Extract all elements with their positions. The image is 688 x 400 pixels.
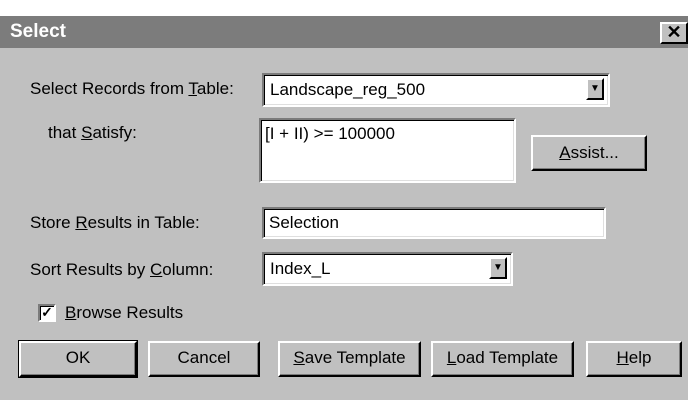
sort-label: Sort Results by Column:	[30, 260, 214, 279]
table-label: Select Records from Table:	[30, 79, 234, 98]
satisfy-label: that Satisfy:	[48, 123, 137, 142]
satisfy-expression-field[interactable]: [I + II) >= 100000	[259, 118, 516, 183]
load-template-button[interactable]: Load Template	[431, 341, 574, 377]
ok-button[interactable]: OK	[18, 340, 138, 378]
cancel-button[interactable]: Cancel	[148, 341, 260, 377]
select-dialog: Select ✕ Select Records from Table: Land…	[0, 16, 688, 400]
sort-dropdown-arrow-icon[interactable]: ▼	[489, 257, 507, 279]
save-template-button[interactable]: Save Template	[278, 341, 421, 377]
store-label: Store Results in Table:	[30, 213, 200, 232]
browse-results-label: Browse Results	[65, 303, 184, 322]
sort-column-combobox[interactable]: Index_L ▼	[262, 252, 513, 286]
close-icon[interactable]: ✕	[660, 22, 688, 44]
title-bar: Select ✕	[0, 16, 688, 48]
table-combobox[interactable]: Landscape_reg_500 ▼	[262, 73, 610, 107]
table-dropdown-arrow-icon[interactable]: ▼	[586, 78, 604, 100]
browse-results-checkbox[interactable]: ✓	[38, 304, 56, 322]
sort-column-value: Index_L	[270, 259, 331, 278]
table-combobox-value: Landscape_reg_500	[270, 80, 426, 99]
help-button[interactable]: Help	[586, 341, 682, 377]
store-results-input[interactable]: Selection	[262, 207, 606, 239]
dialog-title: Select	[10, 21, 66, 42]
assist-button[interactable]: Assist...	[531, 135, 647, 171]
